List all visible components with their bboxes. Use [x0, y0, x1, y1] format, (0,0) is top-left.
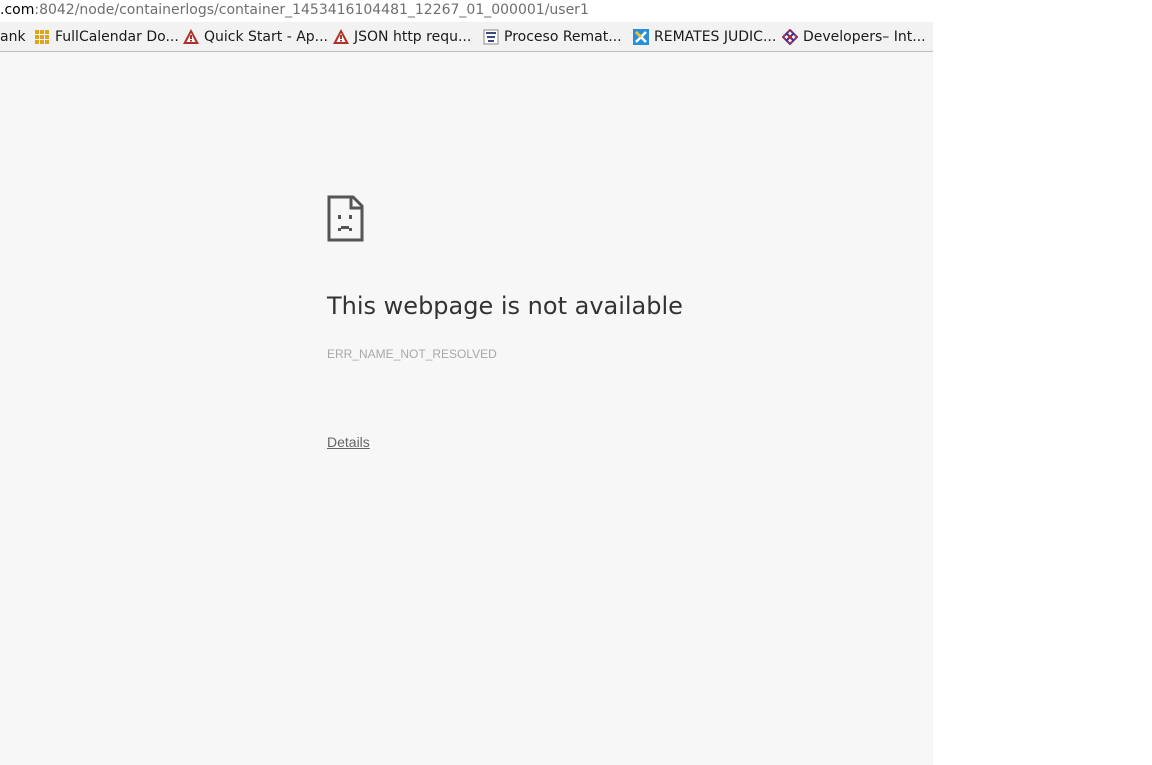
bookmark-item-remates-judic[interactable]: REMATES JUDIC... [633, 22, 776, 51]
bookmark-label: FullCalendar Do... [55, 28, 179, 45]
bookmark-label: ank [0, 28, 26, 45]
document-stack-icon [483, 29, 499, 45]
url-host: .com [0, 2, 35, 18]
bookmark-item-quick-start[interactable]: Quick Start - Ap... [183, 22, 328, 51]
details-link[interactable]: Details [327, 434, 370, 450]
browser-window: .com:8042/node/containerlogs/container_1… [0, 0, 933, 765]
grid-icon [34, 29, 50, 45]
bookmark-label: Developers– Int... [803, 28, 926, 45]
bookmark-label: JSON http requ... [354, 28, 472, 45]
bookmark-item-json-http[interactable]: JSON http requ... [333, 22, 471, 51]
warning-triangle-icon [183, 29, 199, 45]
x-square-icon [633, 28, 649, 45]
error-code: ERR_NAME_NOT_RESOLVED [327, 347, 497, 361]
error-title: This webpage is not available [327, 292, 683, 320]
bookmark-item-developers[interactable]: Developers– Int... [782, 22, 926, 51]
knot-icon [782, 28, 798, 45]
bookmark-label: Quick Start - Ap... [204, 28, 329, 45]
address-bar[interactable]: .com:8042/node/containerlogs/container_1… [0, 0, 933, 22]
bookmark-item-fullcalendar[interactable]: FullCalendar Do... [34, 22, 179, 51]
url-path: :8042/node/containerlogs/container_14534… [34, 2, 589, 18]
bookmark-item-proceso-remat[interactable]: Proceso Remat... [483, 22, 622, 51]
bookmark-label: Proceso Remat... [504, 28, 622, 45]
error-page: This webpage is not available ERR_NAME_N… [0, 52, 933, 765]
warning-triangle-icon [333, 29, 349, 45]
sad-page-icon [327, 195, 364, 242]
bookmark-label: REMATES JUDIC... [654, 28, 777, 45]
bookmarks-bar: ank FullCalendar Do... Quick Start - Ap.… [0, 22, 933, 52]
bookmark-item-ank[interactable]: ank [0, 22, 26, 51]
